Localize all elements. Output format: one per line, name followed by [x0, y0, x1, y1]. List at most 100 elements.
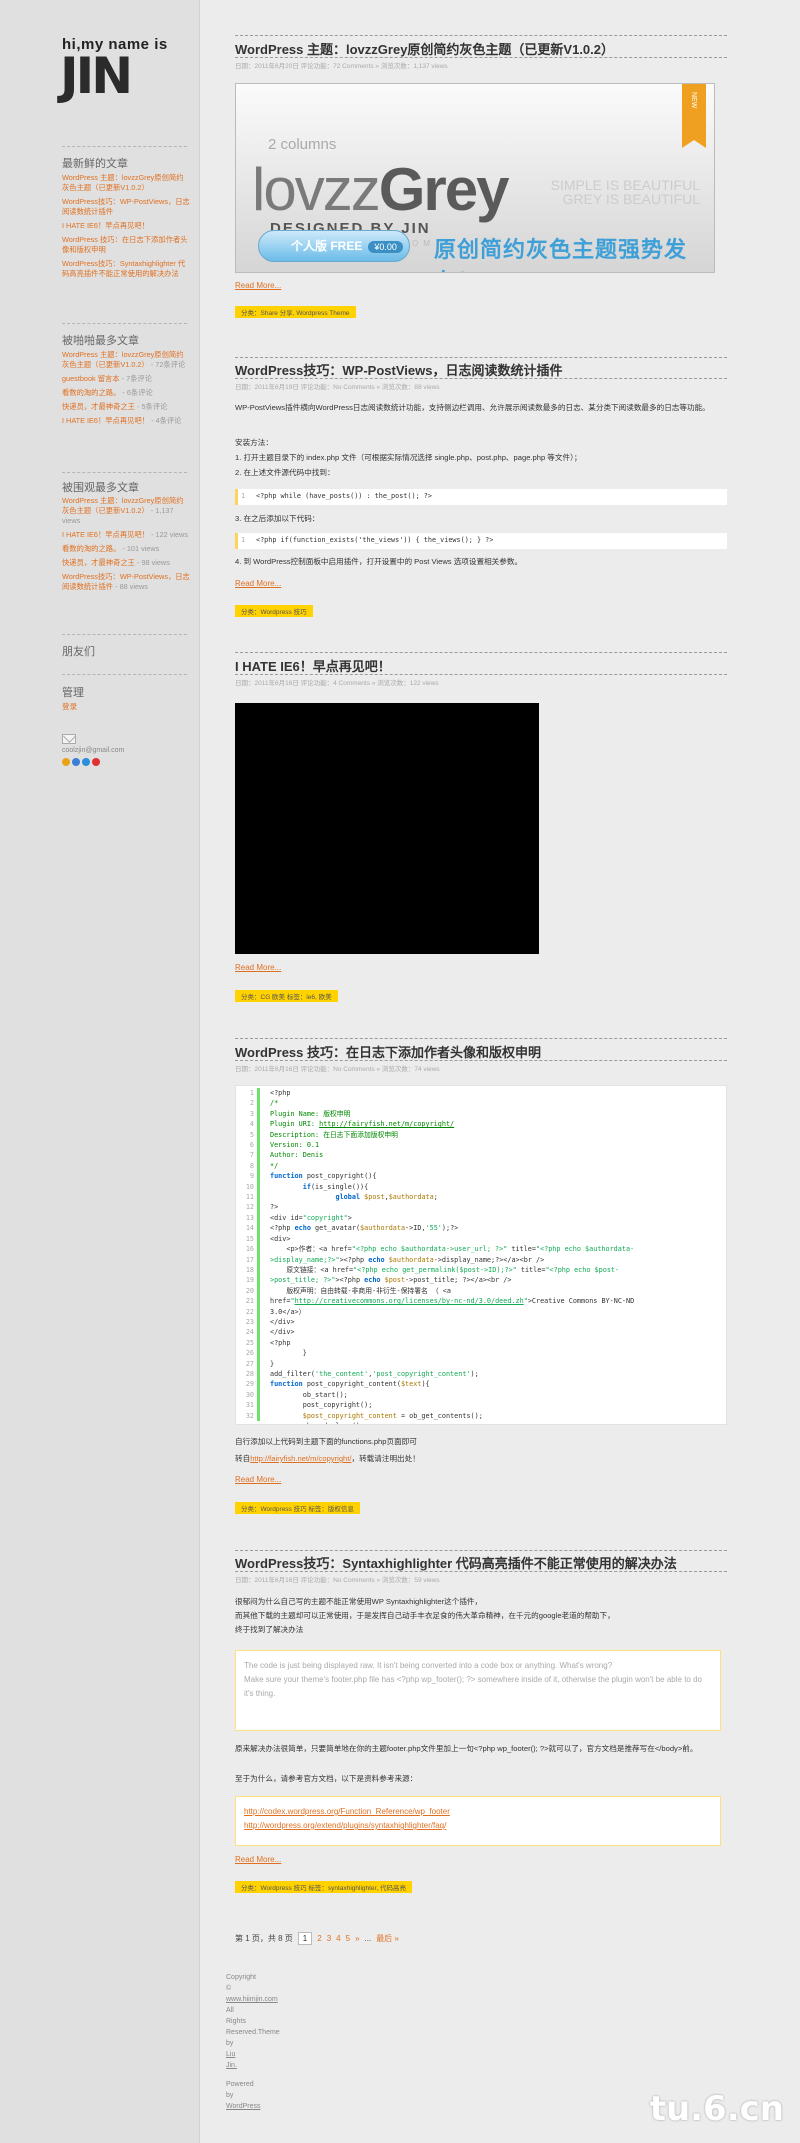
category-tag[interactable]: 分类：Wordpress 技巧 [235, 605, 313, 617]
post-body-text: WP-PostViews插件横向WordPress日志阅读数统计功能，支持侧边栏… [235, 403, 710, 412]
most-viewed-list: WordPress 主题：lovzzGrey原创简约灰色主题（已更新V1.0.2… [62, 496, 190, 596]
read-more-link[interactable]: Read More... [235, 1855, 281, 1864]
site-logo[interactable]: JIN [60, 51, 133, 101]
read-more-link[interactable]: Read More... [235, 1475, 281, 1484]
theme-banner-image[interactable]: 2 columns lovzzGrey DESIGNED BY JIN WWW.… [235, 83, 715, 273]
divider [62, 472, 187, 473]
admin-heading: 管理 [62, 687, 84, 699]
list-item: WordPress 主题：lovzzGrey原创简约灰色主题（已更新V1.0.2… [62, 350, 190, 370]
page-info: 第 1 页，共 8 页 [235, 1934, 293, 1943]
category-tag[interactable]: 分类：Wordpress 技巧 标签：版权信息 [235, 1502, 360, 1514]
post-body-text: 自行添加以上代码到主题下面的functions.php页面即可 [235, 1437, 417, 1446]
divider [235, 652, 727, 653]
contact-email[interactable]: coolzjin@gmail.com [62, 747, 124, 754]
post-title[interactable]: WordPress 主题：lovzzGrey原创简约灰色主题（已更新V1.0.2… [235, 39, 614, 58]
divider [62, 323, 187, 324]
list-item: I HATE IE6！早点再见吧！ - 122 views [62, 530, 190, 540]
list-item[interactable]: WordPress 技巧：在日志下添加作者头像和版权申明 [62, 235, 190, 255]
footer-text: All [226, 2007, 234, 2014]
banner-slogan: 原创简约灰色主题强势发布！ [434, 237, 688, 272]
post-link[interactable]: 看数的淘的之路。 [62, 388, 120, 397]
category-tag[interactable]: 分类：Wordpress 技巧 标签：syntaxhighlighter, 代码… [235, 1881, 412, 1893]
read-more-link[interactable]: Read More... [235, 579, 281, 588]
reference-link[interactable]: http://codex.wordpress.org/Function_Refe… [244, 1805, 712, 1819]
footer-author-link[interactable]: Jin. [226, 2060, 346, 2071]
weibo-icon[interactable] [92, 758, 100, 766]
footer-text: Reserved.Theme [226, 2029, 280, 2036]
qq-icon[interactable] [62, 758, 70, 766]
page-link[interactable]: 4 [336, 1934, 340, 1943]
reference-link[interactable]: http://wordpress.org/extend/plugins/synt… [244, 1819, 712, 1833]
list-item[interactable]: WordPress技巧：WP-PostViews，日志阅读数统计插件 [62, 197, 190, 217]
code-block: 1 2 3 4 5 6 7 8 9 10 11 12 13 14 15 16 17 18 19 20 21 22 23 24 2… [235, 1085, 727, 1425]
category-tag[interactable]: 分类：Share 分享, Wordpress Theme [235, 306, 356, 318]
footer-text: Powered [226, 2081, 254, 2088]
post-link[interactable]: I HATE IE6！早点再见吧！ [62, 530, 149, 539]
post-title[interactable]: WordPress 技巧：在日志下添加作者头像和版权申明 [235, 1042, 541, 1061]
next-page-link[interactable]: » [355, 1934, 359, 1943]
view-count: - 98 views [137, 558, 170, 567]
last-page-link[interactable]: 最后 » [376, 1933, 399, 1944]
post-title[interactable]: WordPress技巧：WP-PostViews，日志阅读数统计插件 [235, 360, 562, 379]
post-link[interactable]: 看数的淘的之路。 [62, 544, 120, 553]
twitter-icon[interactable] [82, 758, 90, 766]
post-body-text: 1. 打开主题目录下的 index.php 文件（可根据实际情况选择 singl… [235, 453, 582, 462]
post-link[interactable]: 快递员，才最神奇之王 [62, 402, 135, 411]
post-body-text: 转自http://fairyfish.net/m/copyright/，转载请注… [235, 1454, 420, 1463]
list-item: guestbook 留言本 - 7条评论 [62, 374, 190, 384]
footer-text: © [226, 1985, 232, 1992]
divider [235, 1550, 727, 1551]
recent-post-link[interactable]: I HATE IE6！早点再见吧！ [62, 221, 149, 230]
reference-links-box: http://codex.wordpress.org/Function_Refe… [235, 1796, 721, 1846]
current-page: 1 [297, 1932, 313, 1945]
category-tag[interactable]: 分类：CG 欧美 标签：ie6, 欧美 [235, 990, 338, 1002]
recent-posts-heading: 最新鲜的文章 [62, 158, 128, 170]
post-meta: 日期：2011年6月20日 评论功能：72 Comments » 浏览次数：1,… [235, 63, 448, 70]
divider [62, 146, 187, 147]
divider [235, 378, 727, 379]
divider [235, 1038, 727, 1039]
post-title[interactable]: WordPress技巧：Syntaxhighlighter 代码高亮插件不能正常… [235, 1553, 677, 1572]
pagination: 第 1 页，共 8 页 1 2 3 4 5 » ... 最后 » [235, 1932, 399, 1945]
list-item: WordPress技巧：WP-PostViews，日志阅读数统计插件 - 88 … [62, 572, 190, 592]
most-viewed-heading: 被围观最多文章 [62, 482, 139, 494]
quote-text: Make sure your theme's footer.php file h… [244, 1675, 702, 1698]
post-meta: 日期：2011年6月19日 评论功能：No Comments » 浏览次数：88… [235, 384, 440, 391]
post-meta: 日期：2011年6月16日 评论功能：4 Comments » 浏览次数：122… [235, 680, 439, 687]
divider [235, 1571, 727, 1572]
post-link[interactable]: guestbook 留言本 [62, 374, 120, 383]
post-body-text: 至于为什么，请参考官方文档，以下是资料参考来源： [235, 1774, 418, 1783]
banner-tagline: SIMPLE IS BEAUTIFUL GREY IS BEAUTIFUL [550, 177, 700, 207]
post-link[interactable]: I HATE IE6！早点再见吧！ [62, 416, 149, 425]
post-image[interactable] [235, 703, 539, 954]
footer-author-link[interactable]: Liu [226, 2049, 346, 2060]
comment-count: - 6条评论 [122, 388, 153, 397]
ribbon-badge: NEW [682, 84, 706, 148]
list-item[interactable]: WordPress技巧：Syntaxhighlighter 代码高亮插件不能正常… [62, 259, 190, 279]
post-meta: 日期：2011年6月16日 评论功能：No Comments » 浏览次数：74… [235, 1066, 440, 1073]
msn-icon[interactable] [72, 758, 80, 766]
page-link[interactable]: 2 [317, 1934, 321, 1943]
page-link[interactable]: 3 [327, 1934, 331, 1943]
recent-post-link[interactable]: WordPress技巧：Syntaxhighlighter 代码高亮插件不能正常… [62, 259, 185, 278]
footer-wordpress-link[interactable]: WordPress [226, 2103, 261, 2110]
source-link[interactable]: http://fairyfish.net/m/copyright/ [250, 1454, 351, 1463]
list-item[interactable]: WordPress 主题：lovzzGrey原创简约灰色主题（已更新V1.0.2… [62, 173, 190, 193]
list-item[interactable]: I HATE IE6！早点再见吧！ [62, 221, 190, 231]
comment-count: - 72条评论 [150, 360, 186, 369]
post-link[interactable]: 快递员，才最神奇之王 [62, 558, 135, 567]
post-title[interactable]: I HATE IE6！早点再见吧！ [235, 656, 391, 675]
page-link[interactable]: 5 [346, 1934, 350, 1943]
recent-post-link[interactable]: WordPress 主题：lovzzGrey原创简约灰色主题（已更新V1.0.2… [62, 173, 184, 192]
post-body-text: 很郁闷为什么自己写的主题不能正常使用WP Syntaxhighlighter这个… [235, 1597, 483, 1606]
read-more-link[interactable]: Read More... [235, 281, 281, 290]
recent-post-link[interactable]: WordPress 技巧：在日志下添加作者头像和版权申明 [62, 235, 188, 254]
view-count: - 122 views [151, 530, 188, 539]
divider [235, 1060, 727, 1061]
post-body-text: 原来解决办法很简单，只要简单地在你的主题footer.php文件里加上一句<?p… [235, 1744, 698, 1753]
read-more-link[interactable]: Read More... [235, 963, 281, 972]
comment-count: - 7条评论 [121, 374, 153, 383]
recent-post-link[interactable]: WordPress技巧：WP-PostViews，日志阅读数统计插件 [62, 197, 190, 216]
footer-site-link[interactable]: www.hiimjin.com [226, 1996, 278, 2003]
login-link[interactable]: 登录 [62, 701, 77, 712]
